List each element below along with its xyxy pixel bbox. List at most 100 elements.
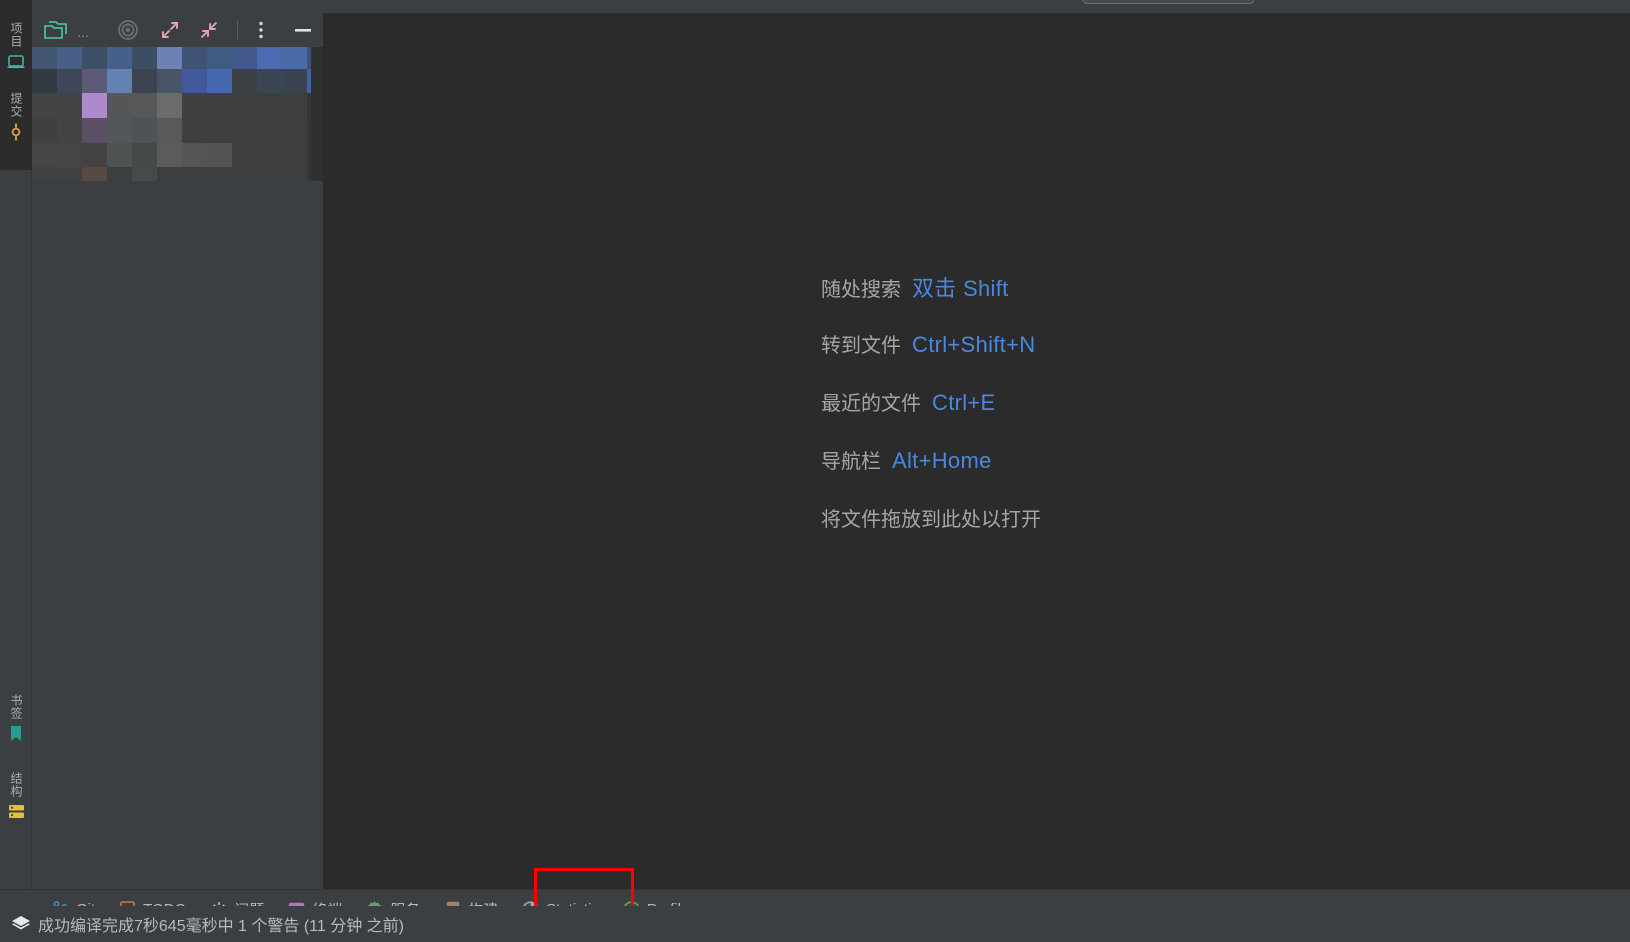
mosaic-cell xyxy=(182,93,207,118)
mosaic-cell xyxy=(57,47,82,69)
mosaic-cell xyxy=(157,69,182,93)
mosaic-cell xyxy=(282,69,307,93)
mosaic-cell xyxy=(182,167,207,181)
mosaic-cell xyxy=(32,69,57,93)
mosaic-cell xyxy=(232,93,257,118)
commit-icon xyxy=(8,123,24,146)
welcome-tips-list: 随处搜索 双击 Shift 转到文件 Ctrl+Shift+N 最近的文件 Ctrl+E 导… xyxy=(821,271,1041,561)
mosaic-cell xyxy=(207,118,232,143)
welcome-tip-shortcut-row: 转到文件 Ctrl+Shift+N xyxy=(821,329,1041,387)
mosaic-cell xyxy=(32,47,57,69)
mosaic-cell xyxy=(32,143,57,167)
mosaic-cell xyxy=(207,93,232,118)
mosaic-cell xyxy=(182,69,207,93)
mosaic-cell xyxy=(107,69,132,93)
sidebar-item-bookmarks-label: 书签 xyxy=(9,694,23,720)
mosaic-cell xyxy=(257,93,282,118)
mosaic-cell xyxy=(232,118,257,143)
structure-icon xyxy=(8,803,25,825)
layers-icon xyxy=(10,915,32,933)
mosaic-cell xyxy=(232,69,257,93)
mosaic-cell xyxy=(57,118,82,143)
welcome-tip-shortcut: Ctrl+Shift+N xyxy=(912,332,1036,357)
mosaic-cell xyxy=(182,118,207,143)
mosaic-cell xyxy=(182,47,207,69)
editor-empty-area: 随处搜索 双击 Shift 转到文件 Ctrl+Shift+N 最近的文件 Ctrl+E 导… xyxy=(323,13,1630,889)
mosaic-cell xyxy=(282,143,307,167)
mosaic-cell xyxy=(132,47,157,69)
mosaic-cell xyxy=(282,167,307,181)
welcome-tip-shortcut-row: 最近的文件 Ctrl+E xyxy=(821,387,1041,445)
mosaic-cell xyxy=(257,167,282,181)
mosaic-cell xyxy=(282,118,307,143)
mosaic-cell xyxy=(282,47,307,69)
project-tree-scrollbar[interactable] xyxy=(311,47,323,181)
mosaic-cell xyxy=(57,93,82,118)
welcome-tip-text-row: 将文件拖放到此处以打开 xyxy=(821,503,1041,561)
status-bar: 成功编译完成7秒645毫秒中 1 个警告 (11 分钟 之前) CSDN @李瑞… xyxy=(0,906,1630,942)
mosaic-cell xyxy=(157,47,182,69)
welcome-tip-shortcut: Ctrl+E xyxy=(932,390,996,415)
mosaic-cell xyxy=(82,118,107,143)
welcome-tip-shortcut: 双击 Shift xyxy=(912,276,1009,301)
mosaic-cell xyxy=(257,118,282,143)
mosaic-cell xyxy=(107,143,132,167)
sidebar-item-commit-label: 提交 xyxy=(9,92,23,118)
toolbar-divider xyxy=(237,20,239,40)
welcome-tip-shortcut: Alt+Home xyxy=(892,448,992,473)
expand-arrows-icon[interactable] xyxy=(150,16,189,44)
mosaic-cell xyxy=(157,167,182,181)
mosaic-cell xyxy=(82,69,107,93)
left-tool-window-stripe: 项目 提交 书签 结构 xyxy=(0,0,32,889)
welcome-tip-label: 将文件拖放到此处以打开 xyxy=(821,509,1041,531)
mosaic-cell xyxy=(32,118,57,143)
mosaic-cell xyxy=(257,47,282,69)
mosaic-cell xyxy=(57,167,82,181)
folder-stack-icon[interactable] xyxy=(32,16,83,44)
project-panel-toolbar: ... xyxy=(32,13,323,47)
more-vertical-icon[interactable] xyxy=(246,16,276,44)
sidebar-item-bookmarks[interactable]: 书签 xyxy=(0,694,32,747)
mosaic-cell xyxy=(32,167,57,181)
mosaic-cell xyxy=(57,69,82,93)
mosaic-cell xyxy=(207,47,232,69)
welcome-tip-shortcut-row: 导航栏 Alt+Home xyxy=(821,445,1041,503)
mosaic-cell xyxy=(182,143,207,167)
welcome-tip-label: 最近的文件 xyxy=(821,393,921,415)
bookmarks-icon xyxy=(8,725,24,747)
mosaic-cell xyxy=(82,93,107,118)
search-everywhere-field[interactable] xyxy=(1082,0,1255,4)
sidebar-item-structure-label: 结构 xyxy=(9,772,23,798)
welcome-tip-label: 导航栏 xyxy=(821,451,881,473)
project-tree-censored[interactable] xyxy=(32,47,311,181)
project-tree-empty-area xyxy=(32,181,323,889)
mosaic-cell xyxy=(107,47,132,69)
sidebar-item-commit[interactable]: 提交 xyxy=(0,92,32,146)
sidebar-item-project-label: 项目 xyxy=(9,22,23,48)
mosaic-cell xyxy=(107,93,132,118)
build-status-message[interactable]: 成功编译完成7秒645毫秒中 1 个警告 (11 分钟 之前) xyxy=(38,912,404,936)
welcome-tip-shortcut-row: 随处搜索 双击 Shift xyxy=(821,271,1041,329)
mosaic-cell xyxy=(157,143,182,167)
mosaic-cell xyxy=(132,143,157,167)
target-icon[interactable] xyxy=(105,16,150,44)
sidebar-item-structure[interactable]: 结构 xyxy=(0,772,32,825)
minimize-icon[interactable] xyxy=(284,16,323,44)
window-top-strip xyxy=(0,0,1630,13)
mosaic-cell xyxy=(157,118,182,143)
mosaic-cell xyxy=(107,167,132,181)
mosaic-cell xyxy=(232,167,257,181)
mosaic-cell xyxy=(232,143,257,167)
mosaic-cell xyxy=(132,118,157,143)
mosaic-cell xyxy=(82,143,107,167)
mosaic-cell xyxy=(132,93,157,118)
folder-chooser-ellipsis[interactable]: ... xyxy=(77,24,89,40)
mosaic-cell xyxy=(107,118,132,143)
project-tool-window: ... xyxy=(32,13,323,889)
mosaic-cell xyxy=(82,167,107,181)
mosaic-cell xyxy=(132,69,157,93)
sidebar-item-project[interactable]: 项目 xyxy=(0,22,32,74)
mosaic-cell xyxy=(232,47,257,69)
collapse-arrows-icon[interactable] xyxy=(190,16,229,44)
welcome-tip-label: 随处搜索 xyxy=(821,279,901,301)
